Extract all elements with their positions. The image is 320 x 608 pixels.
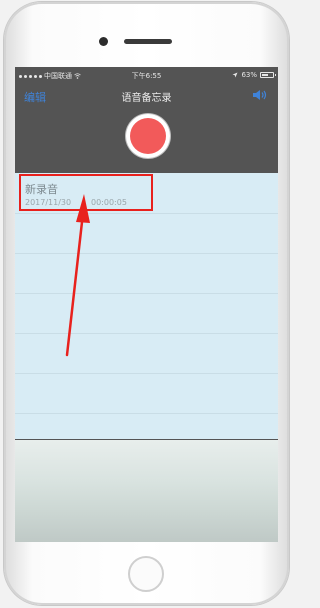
annotation-highlight-box: [19, 174, 153, 211]
battery-fill: [262, 74, 268, 76]
row-divider: [15, 413, 278, 414]
front-camera: [99, 37, 108, 46]
earpiece-speaker: [124, 39, 172, 44]
screen: 中国联通 下午6:55 63% 编辑 语音备忘录 新录音 2017/11/30 …: [15, 67, 278, 542]
home-button[interactable]: [128, 556, 164, 592]
row-divider: [15, 333, 278, 334]
row-divider: [15, 293, 278, 294]
record-icon: [130, 118, 166, 154]
recordings-list: 新录音 2017/11/30 00:00:05: [15, 173, 278, 439]
page-title: 语音备忘录: [121, 93, 172, 104]
record-button[interactable]: [126, 114, 170, 158]
status-bar: 中国联通 下午6:55 63%: [15, 67, 278, 83]
battery-icon: [260, 72, 276, 78]
blurred-bottom-area: [15, 440, 278, 542]
battery-percent: 63%: [241, 71, 257, 79]
nav-bar: 编辑 语音备忘录: [15, 85, 278, 107]
speaker-icon[interactable]: [252, 88, 270, 102]
status-right: 63%: [232, 71, 276, 79]
location-icon: [232, 72, 238, 78]
row-divider: [15, 373, 278, 374]
row-divider: [15, 253, 278, 254]
